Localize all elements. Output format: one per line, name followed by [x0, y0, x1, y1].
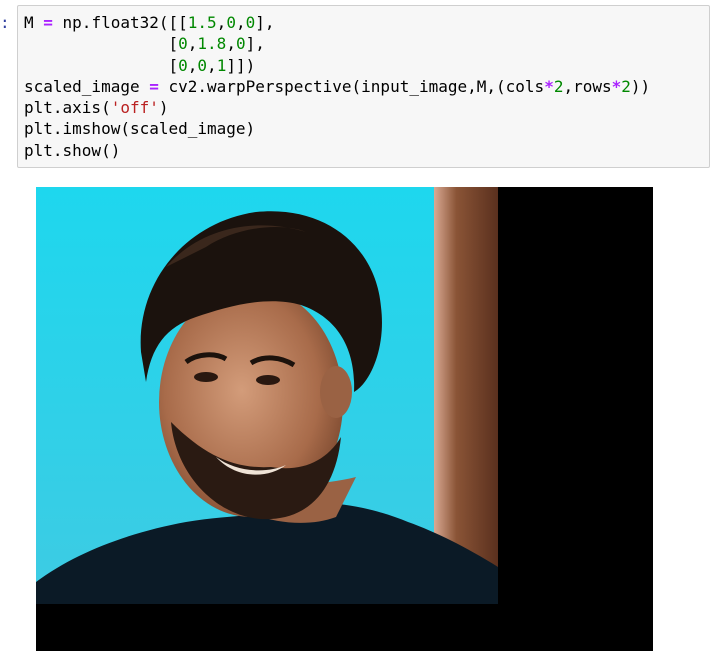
- code-token: ,: [207, 55, 217, 75]
- code-line: [0,0,1]]): [24, 55, 650, 76]
- code-line: M = np.float32([[1.5,0,0],: [24, 12, 650, 33]
- code-token: ): [158, 98, 169, 118]
- code-token: *: [544, 76, 554, 96]
- code-token: ,: [235, 13, 246, 32]
- code-token: plt.axis(: [24, 98, 111, 118]
- code-token: 2: [621, 76, 631, 96]
- code-editor[interactable]: M = np.float32([[1.5,0,0], [0,1.8,0], [0…: [24, 12, 650, 161]
- code-token: plt.show(): [24, 140, 121, 160]
- code-token: plt.imshow(scaled_image): [24, 119, 256, 139]
- code-line: plt.imshow(scaled_image): [24, 118, 650, 139]
- code-token: [: [24, 34, 179, 54]
- code-line: [0,1.8,0],: [24, 33, 650, 54]
- code-token: =: [149, 76, 159, 96]
- code-token: ],: [255, 13, 275, 32]
- code-token: =: [43, 13, 53, 32]
- code-line: plt.show(): [24, 140, 650, 161]
- cell-prompt: :: [0, 13, 10, 32]
- code-token: 1.5: [187, 13, 217, 32]
- code-token: M: [24, 13, 44, 32]
- output-image: [36, 187, 653, 651]
- code-token: np.float32([[: [52, 13, 188, 32]
- code-token: ,: [226, 34, 236, 54]
- code-token: 1.8: [197, 34, 227, 54]
- code-token: ],: [245, 34, 265, 54]
- code-token: ]]): [226, 55, 256, 75]
- code-token: 'off': [110, 98, 159, 118]
- code-token: cv2.warpPerspective(input_image,M,(cols: [158, 76, 545, 96]
- code-token: ,rows: [563, 76, 612, 96]
- code-token: 0: [226, 13, 236, 32]
- code-token: 0: [197, 55, 208, 75]
- code-token: 0: [245, 13, 256, 32]
- code-token: scaled_image: [24, 76, 150, 96]
- code-token: *: [611, 76, 622, 96]
- code-token: 0: [178, 34, 188, 54]
- code-token: 0: [235, 34, 246, 54]
- code-cell[interactable]: M = np.float32([[1.5,0,0], [0,1.8,0], [0…: [17, 5, 710, 168]
- code-token: ,: [216, 13, 227, 32]
- code-line: plt.axis('off'): [24, 97, 650, 118]
- code-token: )): [630, 76, 651, 96]
- code-token: ,: [187, 55, 198, 75]
- code-token: ,: [187, 34, 198, 54]
- cell-output: [36, 187, 653, 651]
- code-token: 0: [178, 55, 188, 75]
- code-token: [: [24, 55, 179, 75]
- code-line: scaled_image = cv2.warpPerspective(input…: [24, 76, 650, 97]
- code-token: 1: [216, 55, 227, 75]
